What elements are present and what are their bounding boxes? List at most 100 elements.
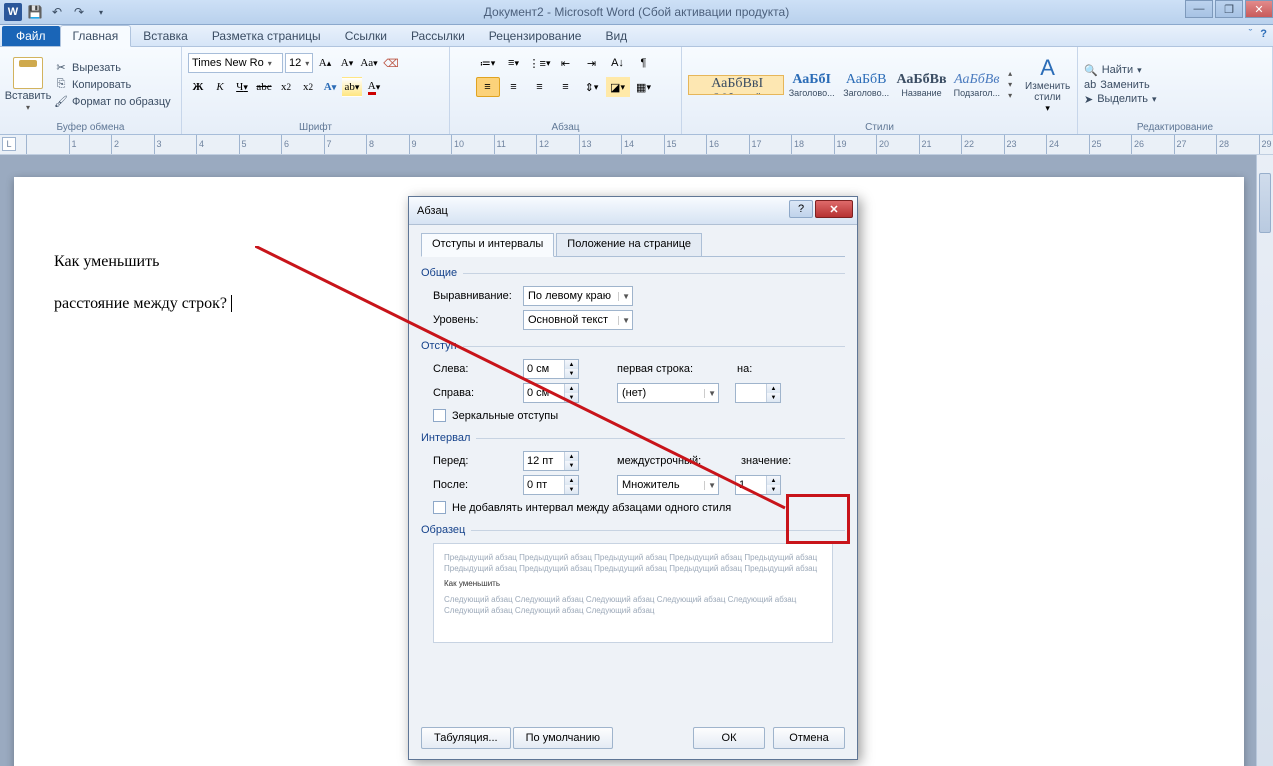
alignment-select[interactable]: По левому краю▼ xyxy=(523,286,633,306)
style-title[interactable]: АаБбВвНазвание xyxy=(893,58,949,112)
spin-up-icon[interactable]: ▲ xyxy=(767,384,780,393)
no-space-same-style-checkbox[interactable]: Не добавлять интервал между абзацами одн… xyxy=(433,501,845,514)
font-name-combo[interactable]: Times New Ro▾ xyxy=(188,53,283,73)
close-button[interactable]: ✕ xyxy=(1245,0,1273,18)
sort-button[interactable]: A↓ xyxy=(606,53,630,73)
document-text[interactable]: Как уменьшить расстояние между строк? xyxy=(54,241,232,324)
save-icon[interactable]: 💾 xyxy=(26,3,44,21)
default-button[interactable]: По умолчанию xyxy=(513,727,613,749)
restore-button[interactable]: ❐ xyxy=(1215,0,1243,18)
preview-pane: Предыдущий абзац Предыдущий абзац Предыд… xyxy=(433,543,833,643)
shading-button[interactable]: ◪▾ xyxy=(606,77,630,97)
dialog-tab-position[interactable]: Положение на странице xyxy=(556,233,702,256)
cancel-button[interactable]: Отмена xyxy=(773,727,845,749)
indent-left-spinner[interactable]: 0 см▲▼ xyxy=(523,359,579,379)
qat-more-icon[interactable]: ▾ xyxy=(92,3,110,21)
spin-down-icon[interactable]: ▼ xyxy=(565,461,578,470)
spin-up-icon[interactable]: ▲ xyxy=(565,360,578,369)
shrink-font-button[interactable]: A▾ xyxy=(337,53,357,73)
help-icon[interactable]: ? xyxy=(1260,28,1267,40)
first-line-value-spinner[interactable]: ▲▼ xyxy=(735,383,781,403)
strike-button[interactable]: abc xyxy=(254,77,274,97)
cut-button[interactable]: ✂Вырезать xyxy=(54,61,171,75)
scroll-thumb[interactable] xyxy=(1259,173,1271,233)
tab-file[interactable]: Файл xyxy=(2,26,60,46)
text-effects-button[interactable]: A▾ xyxy=(320,77,340,97)
undo-icon[interactable]: ↶ xyxy=(48,3,66,21)
tab-review[interactable]: Рецензирование xyxy=(477,26,594,46)
spin-up-icon[interactable]: ▲ xyxy=(565,384,578,393)
outline-level-select[interactable]: Основной текст▼ xyxy=(523,310,633,330)
tab-mailings[interactable]: Рассылки xyxy=(399,26,477,46)
line-spacing-select[interactable]: Множитель▼ xyxy=(617,475,719,495)
vertical-scrollbar[interactable] xyxy=(1256,155,1273,766)
clear-format-button[interactable]: ⌫ xyxy=(381,53,401,73)
redo-icon[interactable]: ↷ xyxy=(70,3,88,21)
replace-button[interactable]: abЗаменить xyxy=(1084,79,1157,91)
find-button[interactable]: 🔍Найти▾ xyxy=(1084,64,1157,77)
tab-references[interactable]: Ссылки xyxy=(333,26,399,46)
italic-button[interactable]: К xyxy=(210,77,230,97)
select-button[interactable]: ➤Выделить▾ xyxy=(1084,93,1157,106)
spin-down-icon[interactable]: ▼ xyxy=(565,485,578,494)
line-spacing-value-spinner[interactable]: 1▲▼ xyxy=(735,475,781,495)
style-heading1[interactable]: АаБбІЗаголово... xyxy=(784,58,839,112)
spin-down-icon[interactable]: ▼ xyxy=(565,393,578,402)
tabs-button[interactable]: Табуляция... xyxy=(421,727,511,749)
font-size-combo[interactable]: 12▾ xyxy=(285,53,313,73)
indent-right-spinner[interactable]: 0 см▲▼ xyxy=(523,383,579,403)
spin-down-icon[interactable]: ▼ xyxy=(767,485,780,494)
dialog-close-button[interactable]: ✕ xyxy=(815,200,853,218)
justify-button[interactable]: ≡ xyxy=(554,77,578,97)
pilcrow-button[interactable]: ¶ xyxy=(632,53,656,73)
format-painter-button[interactable]: 🖌Формат по образцу xyxy=(54,95,171,109)
borders-button[interactable]: ▦▾ xyxy=(632,77,656,97)
decrease-indent-button[interactable]: ⇤ xyxy=(554,53,578,73)
space-before-spinner[interactable]: 12 пт▲▼ xyxy=(523,451,579,471)
spin-up-icon[interactable]: ▲ xyxy=(565,476,578,485)
dialog-titlebar[interactable]: Абзац ? ✕ xyxy=(409,197,857,225)
style-subtitle[interactable]: АаБбВвПодзагол... xyxy=(950,58,1005,112)
highlight-button[interactable]: ab▾ xyxy=(342,77,362,97)
copy-button[interactable]: ⎘Копировать xyxy=(54,78,171,92)
line-spacing-button[interactable]: ⇕▾ xyxy=(580,77,604,97)
tab-page-layout[interactable]: Разметка страницы xyxy=(200,26,333,46)
subscript-button[interactable]: x2 xyxy=(276,77,296,97)
spin-down-icon[interactable]: ▼ xyxy=(565,369,578,378)
style-heading2[interactable]: АаБбВЗаголово... xyxy=(839,58,894,112)
multilevel-button[interactable]: ⋮≡▾ xyxy=(528,53,552,73)
first-line-select[interactable]: (нет)▼ xyxy=(617,383,719,403)
ok-button[interactable]: ОК xyxy=(693,727,765,749)
change-styles-button[interactable]: A Изменить стили ▾ xyxy=(1024,55,1071,114)
minimize-button[interactable]: — xyxy=(1185,0,1213,18)
spin-up-icon[interactable]: ▲ xyxy=(565,452,578,461)
font-color-button[interactable]: A▾ xyxy=(364,77,384,97)
align-center-button[interactable]: ≡ xyxy=(502,77,526,97)
bold-button[interactable]: Ж xyxy=(188,77,208,97)
horizontal-ruler[interactable]: L 12345678910111213141516171819202122232… xyxy=(0,135,1273,155)
styles-scroll[interactable]: ▴▾▾ xyxy=(1008,69,1020,100)
grow-font-button[interactable]: A▴ xyxy=(315,53,335,73)
change-case-button[interactable]: Aa▾ xyxy=(359,53,379,73)
bullets-button[interactable]: ≔▾ xyxy=(476,53,500,73)
dialog-help-button[interactable]: ? xyxy=(789,200,813,218)
tab-home[interactable]: Главная xyxy=(60,25,132,47)
align-right-button[interactable]: ≡ xyxy=(528,77,552,97)
tab-selector[interactable]: L xyxy=(2,137,16,151)
paste-button[interactable]: Вставить ▾ xyxy=(6,57,50,112)
align-left-button[interactable]: ≡ xyxy=(476,77,500,97)
superscript-button[interactable]: x2 xyxy=(298,77,318,97)
minimize-ribbon-icon[interactable]: ˇ xyxy=(1249,28,1253,40)
increase-indent-button[interactable]: ⇥ xyxy=(580,53,604,73)
chevron-down-icon: ▼ xyxy=(704,481,716,490)
numbering-button[interactable]: ≡▾ xyxy=(502,53,526,73)
spin-up-icon[interactable]: ▲ xyxy=(767,476,780,485)
underline-button[interactable]: Ч▾ xyxy=(232,77,252,97)
tab-insert[interactable]: Вставка xyxy=(131,26,200,46)
style-normal[interactable]: АаБбВвІ¶ Обычный xyxy=(688,75,784,95)
spin-down-icon[interactable]: ▼ xyxy=(767,393,780,402)
tab-view[interactable]: Вид xyxy=(593,26,639,46)
space-after-spinner[interactable]: 0 пт▲▼ xyxy=(523,475,579,495)
mirror-indents-checkbox[interactable]: Зеркальные отступы xyxy=(433,409,845,422)
dialog-tab-indents[interactable]: Отступы и интервалы xyxy=(421,233,554,257)
